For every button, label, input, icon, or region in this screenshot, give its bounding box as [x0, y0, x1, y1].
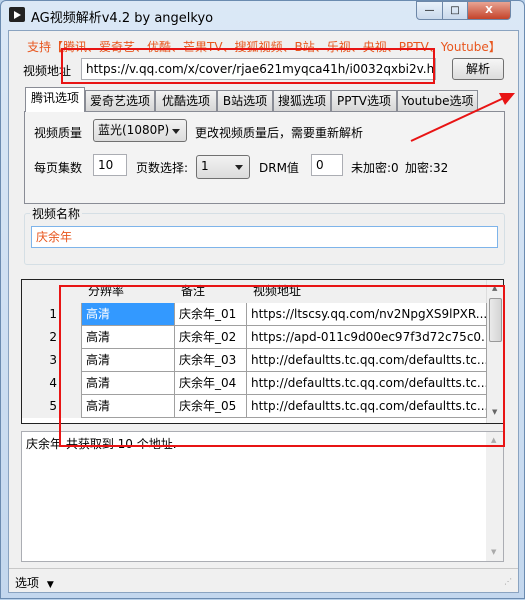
app-window: AG视频解析v4.2 by angelkyo — □ X 支持【腾讯、爱奇艺、优…: [0, 0, 525, 599]
tab-tencent[interactable]: 腾讯选项: [25, 87, 85, 112]
